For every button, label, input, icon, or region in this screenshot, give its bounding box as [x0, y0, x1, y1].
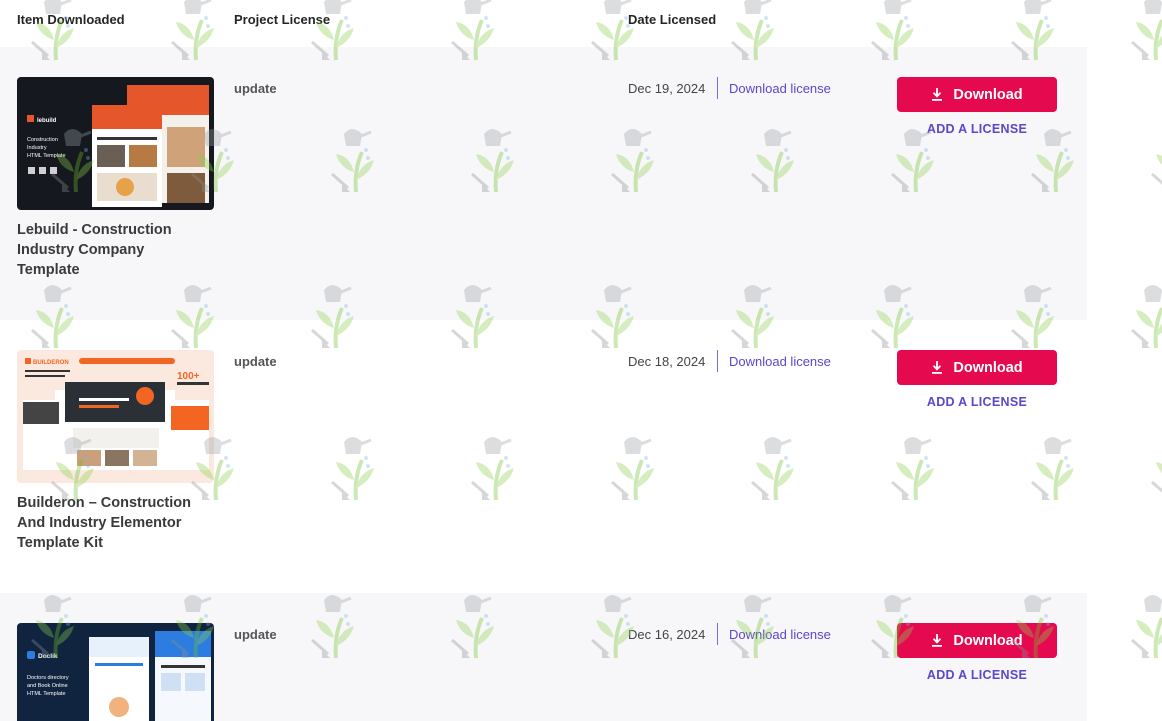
divider [717, 623, 718, 645]
svg-text:HTML Template: HTML Template [27, 691, 66, 697]
table-row: lebuild Construction Industry HTML Templ… [0, 47, 1087, 320]
item-thumbnail[interactable]: BUILDERON 100+ [17, 350, 214, 483]
download-icon [932, 88, 943, 101]
download-button[interactable]: Download [897, 623, 1057, 658]
watermark-plant-icon [1151, 154, 1162, 185]
svg-text:Industry: Industry [27, 145, 47, 151]
thumb-brand: BUILDERON [33, 360, 69, 366]
thumb-badge: 100+ [177, 371, 200, 382]
logo-mark-icon [27, 651, 35, 659]
thumb-brand: lebuild [37, 118, 57, 124]
download-icon [932, 361, 943, 374]
date-licensed: Dec 16, 2024 [628, 627, 706, 642]
download-license-link[interactable]: Download license [729, 627, 831, 642]
download-button[interactable]: Download [897, 77, 1057, 112]
header-project-license: Project License [234, 12, 331, 27]
watermark-plant-icon [1131, 285, 1162, 349]
add-license-link[interactable]: ADD A LICENSE [897, 122, 1057, 136]
divider [717, 77, 718, 99]
add-license-link[interactable]: ADD A LICENSE [897, 395, 1057, 409]
svg-text:and Book Online: and Book Online [27, 683, 68, 689]
svg-text:HTML Template: HTML Template [27, 153, 66, 159]
download-button[interactable]: Download [897, 350, 1057, 385]
item-title[interactable]: Lebuild - Construction Industry Company … [17, 220, 207, 280]
download-button-label: Download [953, 632, 1023, 649]
divider [717, 350, 718, 372]
download-license-link[interactable]: Download license [729, 354, 831, 369]
header-item-downloaded: Item Downloaded [17, 12, 125, 27]
table-row: BUILDERON 100+ Builderon – Construction … [0, 320, 1087, 593]
header-date-licensed: Date Licensed [628, 12, 717, 27]
watermark-plant-icon [1151, 462, 1162, 493]
logo-mark-icon [27, 115, 34, 122]
download-button-label: Download [953, 86, 1023, 103]
date-licensed: Dec 19, 2024 [628, 81, 706, 96]
watermark-plant-icon [1131, 595, 1162, 659]
svg-text:Construction: Construction [27, 137, 58, 143]
watermark-plant-icon [1131, 0, 1162, 61]
date-licensed: Dec 18, 2024 [628, 354, 706, 369]
project-license-value: update [234, 627, 277, 642]
item-title[interactable]: Builderon – Construction And Industry El… [17, 493, 207, 553]
download-icon [932, 634, 943, 647]
table-row: Doclik Doctors directory and Book Online… [0, 593, 1087, 721]
download-license-link[interactable]: Download license [729, 81, 831, 96]
svg-text:Doctors directory: Doctors directory [27, 675, 69, 681]
logo-mark-icon [25, 358, 31, 364]
project-license-value: update [234, 354, 277, 369]
item-thumbnail[interactable]: Doclik Doctors directory and Book Online… [17, 623, 214, 721]
project-license-value: update [234, 81, 277, 96]
download-button-label: Download [953, 359, 1023, 376]
item-thumbnail[interactable]: lebuild Construction Industry HTML Templ… [17, 77, 214, 210]
add-license-link[interactable]: ADD A LICENSE [897, 668, 1057, 682]
table-header: Item Downloaded Project License Date Lic… [0, 0, 1087, 46]
thumb-brand: Doclik [38, 653, 58, 660]
